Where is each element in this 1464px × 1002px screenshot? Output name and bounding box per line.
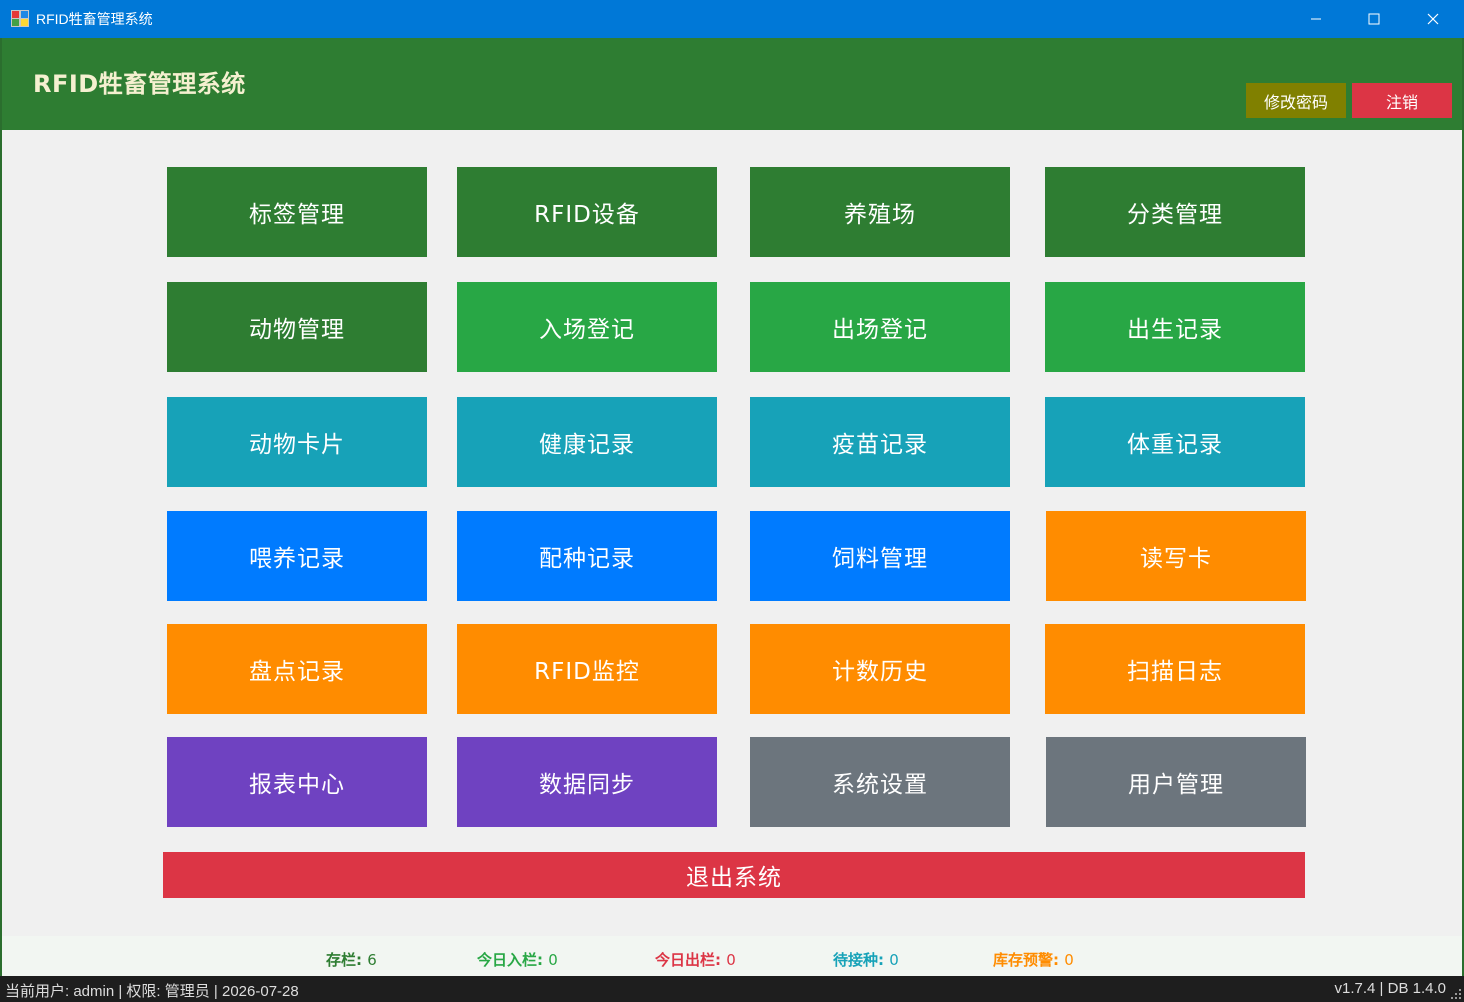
app-icon xyxy=(11,10,29,27)
maximize-button[interactable] xyxy=(1345,0,1403,38)
stat-inventory-value: 6 xyxy=(367,951,377,969)
logout-button[interactable]: 注销 xyxy=(1352,83,1452,118)
stats-bar: 存栏: 6 今日入栏: 0 今日出栏: 0 待接种: 0 库存预警: 0 xyxy=(0,936,1464,976)
health-record-button[interactable]: 健康记录 xyxy=(457,397,717,487)
status-user-info: 当前用户: admin | 权限: 管理员 | 2026-07-28 xyxy=(5,983,299,1000)
feed-management-button[interactable]: 饲料管理 xyxy=(750,511,1010,601)
report-center-button[interactable]: 报表中心 xyxy=(167,737,427,827)
status-bar: 当前用户: admin | 权限: 管理员 | 2026-07-28 v1.7.… xyxy=(0,976,1464,1002)
minimize-button[interactable] xyxy=(1287,0,1345,38)
system-settings-button[interactable]: 系统设置 xyxy=(750,737,1010,827)
stat-today-in-value: 0 xyxy=(548,951,558,969)
stat-today-out-label: 今日出栏: xyxy=(655,951,721,969)
vaccine-record-button[interactable]: 疫苗记录 xyxy=(750,397,1010,487)
exit-registration-button[interactable]: 出场登记 xyxy=(750,282,1010,372)
tag-management-button[interactable]: 标签管理 xyxy=(167,167,427,257)
stat-stock-alert: 库存预警: 0 xyxy=(993,949,1074,970)
category-management-button[interactable]: 分类管理 xyxy=(1045,167,1305,257)
window-titlebar[interactable]: RFID牲畜管理系统 xyxy=(0,0,1464,38)
window-title: RFID牲畜管理系统 xyxy=(36,11,153,27)
resize-grip-icon[interactable] xyxy=(1450,988,1462,1000)
change-password-button[interactable]: 修改密码 xyxy=(1246,83,1346,118)
stat-pending-breeding-value: 0 xyxy=(889,951,899,969)
farm-button[interactable]: 养殖场 xyxy=(750,167,1010,257)
stat-pending-breeding: 待接种: 0 xyxy=(833,949,899,970)
birth-record-button[interactable]: 出生记录 xyxy=(1045,282,1305,372)
stat-pending-breeding-label: 待接种: xyxy=(833,951,884,969)
exit-system-button[interactable]: 退出系统 xyxy=(163,852,1305,898)
inventory-record-button[interactable]: 盘点记录 xyxy=(167,624,427,714)
read-write-card-button[interactable]: 读写卡 xyxy=(1046,511,1306,601)
scan-log-button[interactable]: 扫描日志 xyxy=(1045,624,1305,714)
stat-today-out: 今日出栏: 0 xyxy=(655,949,736,970)
status-version: v1.7.4 | DB 1.4.0 xyxy=(1334,980,1446,997)
rfid-monitor-button[interactable]: RFID监控 xyxy=(457,624,717,714)
stat-today-in-label: 今日入栏: xyxy=(477,951,543,969)
stat-today-out-value: 0 xyxy=(726,951,736,969)
stat-inventory: 存栏: 6 xyxy=(326,949,377,970)
close-icon xyxy=(1427,13,1439,25)
data-sync-button[interactable]: 数据同步 xyxy=(457,737,717,827)
stat-stock-alert-value: 0 xyxy=(1064,951,1074,969)
app-header: RFID牲畜管理系统 修改密码 注销 xyxy=(0,38,1464,130)
entry-registration-button[interactable]: 入场登记 xyxy=(457,282,717,372)
breeding-record-button[interactable]: 配种记录 xyxy=(457,511,717,601)
close-button[interactable] xyxy=(1404,0,1462,38)
count-history-button[interactable]: 计数历史 xyxy=(750,624,1010,714)
rfid-device-button[interactable]: RFID设备 xyxy=(457,167,717,257)
maximize-icon xyxy=(1368,13,1380,25)
user-management-button[interactable]: 用户管理 xyxy=(1046,737,1306,827)
stat-stock-alert-label: 库存预警: xyxy=(993,951,1059,969)
stat-today-in: 今日入栏: 0 xyxy=(477,949,558,970)
feeding-record-button[interactable]: 喂养记录 xyxy=(167,511,427,601)
stat-inventory-label: 存栏: xyxy=(326,951,362,969)
minimize-icon xyxy=(1311,18,1321,20)
app-title: RFID牲畜管理系统 xyxy=(33,70,246,98)
animal-card-button[interactable]: 动物卡片 xyxy=(167,397,427,487)
weight-record-button[interactable]: 体重记录 xyxy=(1045,397,1305,487)
animal-management-button[interactable]: 动物管理 xyxy=(167,282,427,372)
